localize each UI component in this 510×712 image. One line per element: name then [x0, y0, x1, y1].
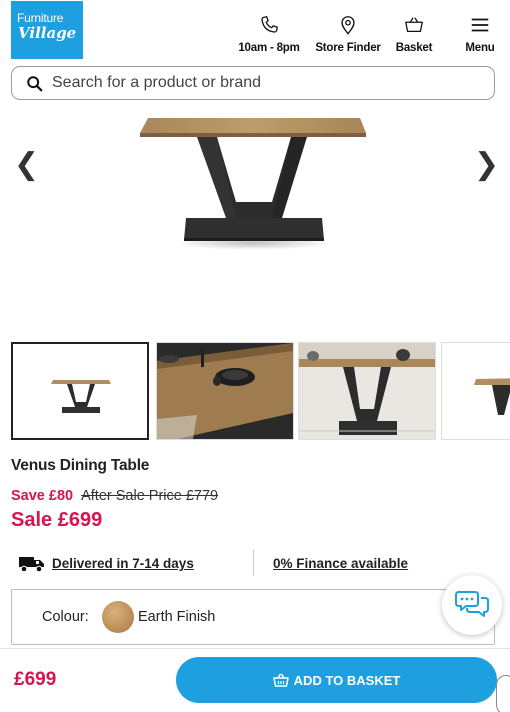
live-chat-button[interactable]	[442, 575, 502, 635]
product-title: Venus Dining Table	[11, 457, 150, 474]
search-icon[interactable]	[26, 75, 44, 93]
map-pin-icon	[341, 16, 355, 35]
store-finder-label: Store Finder	[315, 42, 381, 54]
store-finder-link[interactable]: Store Finder	[315, 14, 381, 54]
dining-table-image	[140, 118, 366, 250]
gallery-thumbnails	[11, 342, 510, 440]
sticky-add-to-basket-bar: £699 ADD TO BASKET	[0, 648, 510, 712]
basket-link[interactable]: Basket	[394, 14, 434, 54]
sale-price: Sale £699	[11, 509, 103, 531]
was-price: After Sale Price £779	[81, 488, 219, 504]
phone-icon	[261, 16, 278, 33]
basket-icon	[405, 17, 423, 33]
save-amount: Save £80	[11, 488, 74, 504]
finance-link[interactable]: 0% Finance available	[273, 556, 408, 571]
opening-hours-link[interactable]: 10am - 8pm	[237, 14, 301, 54]
thumbnail-2[interactable]	[156, 342, 294, 440]
thumbnail-1[interactable]	[11, 342, 149, 440]
search-bar[interactable]	[11, 66, 495, 100]
thumbnail-table-side	[442, 343, 510, 439]
colour-swatch[interactable]	[102, 601, 134, 633]
scroll-edge-handle	[496, 675, 510, 712]
sticky-price: £699	[14, 669, 57, 690]
delivery-truck-icon	[19, 557, 44, 573]
price-savings-row: Save £80 After Sale Price £779	[11, 488, 218, 504]
logo-line2: Village	[18, 24, 77, 42]
menu-label: Menu	[465, 42, 495, 54]
menu-button[interactable]: Menu	[462, 14, 498, 54]
search-input[interactable]	[52, 72, 482, 94]
colour-value: Earth Finish	[138, 609, 216, 625]
basket-label: Basket	[395, 42, 433, 54]
gallery-prev-arrow[interactable]: ❮	[14, 150, 39, 180]
gallery-next-arrow[interactable]: ❯	[474, 150, 499, 180]
thumbnail-table-front	[51, 380, 111, 413]
hamburger-menu-icon	[471, 18, 489, 32]
delivery-finance-row: Delivered in 7-14 days 0% Finance availa…	[11, 548, 495, 580]
basket-icon	[272, 673, 289, 687]
colour-selector[interactable]: Colour: Earth Finish	[11, 589, 495, 645]
product-main-image[interactable]	[0, 100, 510, 335]
delivery-time-link[interactable]: Delivered in 7-14 days	[52, 556, 194, 571]
add-to-basket-label: ADD TO BASKET	[293, 672, 401, 688]
furniture-village-logo[interactable]: Furniture Village	[11, 1, 83, 59]
thumbnail-4[interactable]	[441, 342, 510, 440]
add-to-basket-button[interactable]: ADD TO BASKET	[176, 657, 497, 703]
opening-hours-label: 10am - 8pm	[238, 42, 300, 54]
thumbnail-3[interactable]	[298, 342, 436, 440]
thumbnail-lifestyle-room	[299, 343, 435, 439]
thumbnail-lifestyle-top	[157, 343, 293, 439]
colour-label: Colour:	[42, 609, 89, 625]
info-divider	[253, 550, 254, 576]
chat-bubbles-icon	[455, 591, 489, 617]
site-header: Furniture Village 10am - 8pm Store Finde…	[0, 0, 510, 62]
